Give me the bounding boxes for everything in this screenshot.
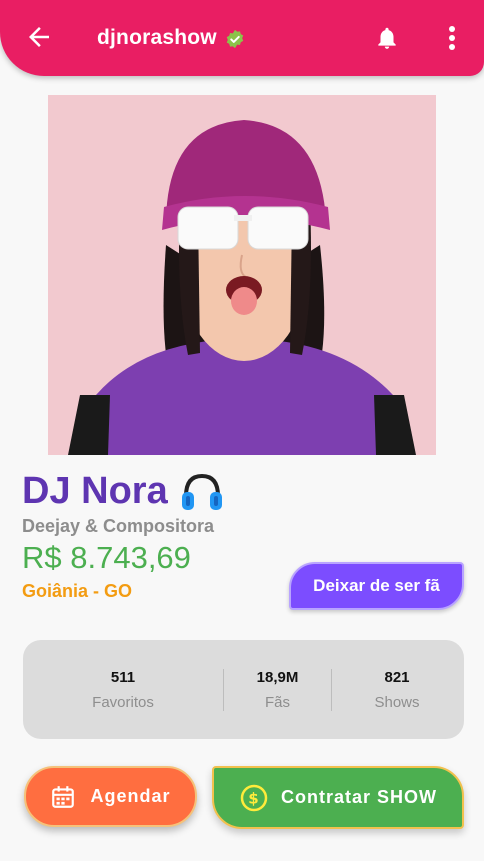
stat-value: 18,9M: [256, 668, 299, 686]
profile-username: djnorashow: [97, 26, 217, 49]
notification-bell-icon[interactable]: [374, 24, 400, 52]
stat-label: Shows: [374, 693, 420, 711]
stat-label: Fãs: [264, 693, 290, 711]
verified-badge-icon: [226, 29, 244, 49]
app-bar: djnorashow: [0, 0, 484, 76]
stat-favoritos: 511 Favoritos: [23, 660, 223, 720]
artist-location: Goiânia - GO: [22, 581, 133, 601]
hire-show-button-label: Contratar SHOW: [280, 787, 437, 807]
stat-label: Favoritos: [92, 693, 154, 711]
stat-fas: 18,9M Fãs: [224, 660, 331, 720]
schedule-button[interactable]: Agendar: [24, 766, 197, 827]
profile-photo: [48, 95, 436, 455]
artist-price: R$ 8.743,69: [22, 540, 191, 575]
stat-shows: 821 Shows: [332, 660, 462, 720]
name-row: DJ Nora: [22, 470, 224, 512]
more-vert-icon[interactable]: [442, 24, 462, 52]
hire-show-button[interactable]: $ Contratar SHOW: [212, 766, 464, 829]
stat-value: 511: [110, 668, 136, 686]
dollar-coin-icon: $: [240, 784, 268, 811]
stat-value: 821: [384, 668, 410, 686]
stats-card: 511 Favoritos 18,9M Fãs 821 Shows: [23, 640, 464, 739]
artist-role: Deejay & Compositora: [22, 516, 215, 536]
svg-text:$: $: [248, 789, 259, 807]
unfan-button-label: Deixar de ser fã: [313, 576, 440, 595]
headphones-icon: [181, 473, 222, 510]
back-arrow-icon[interactable]: [24, 22, 54, 52]
calendar-icon: [52, 785, 75, 808]
schedule-button-label: Agendar: [90, 786, 171, 806]
unfan-button[interactable]: Deixar de ser fã: [289, 562, 464, 610]
artist-name: DJ Nora: [22, 469, 168, 512]
